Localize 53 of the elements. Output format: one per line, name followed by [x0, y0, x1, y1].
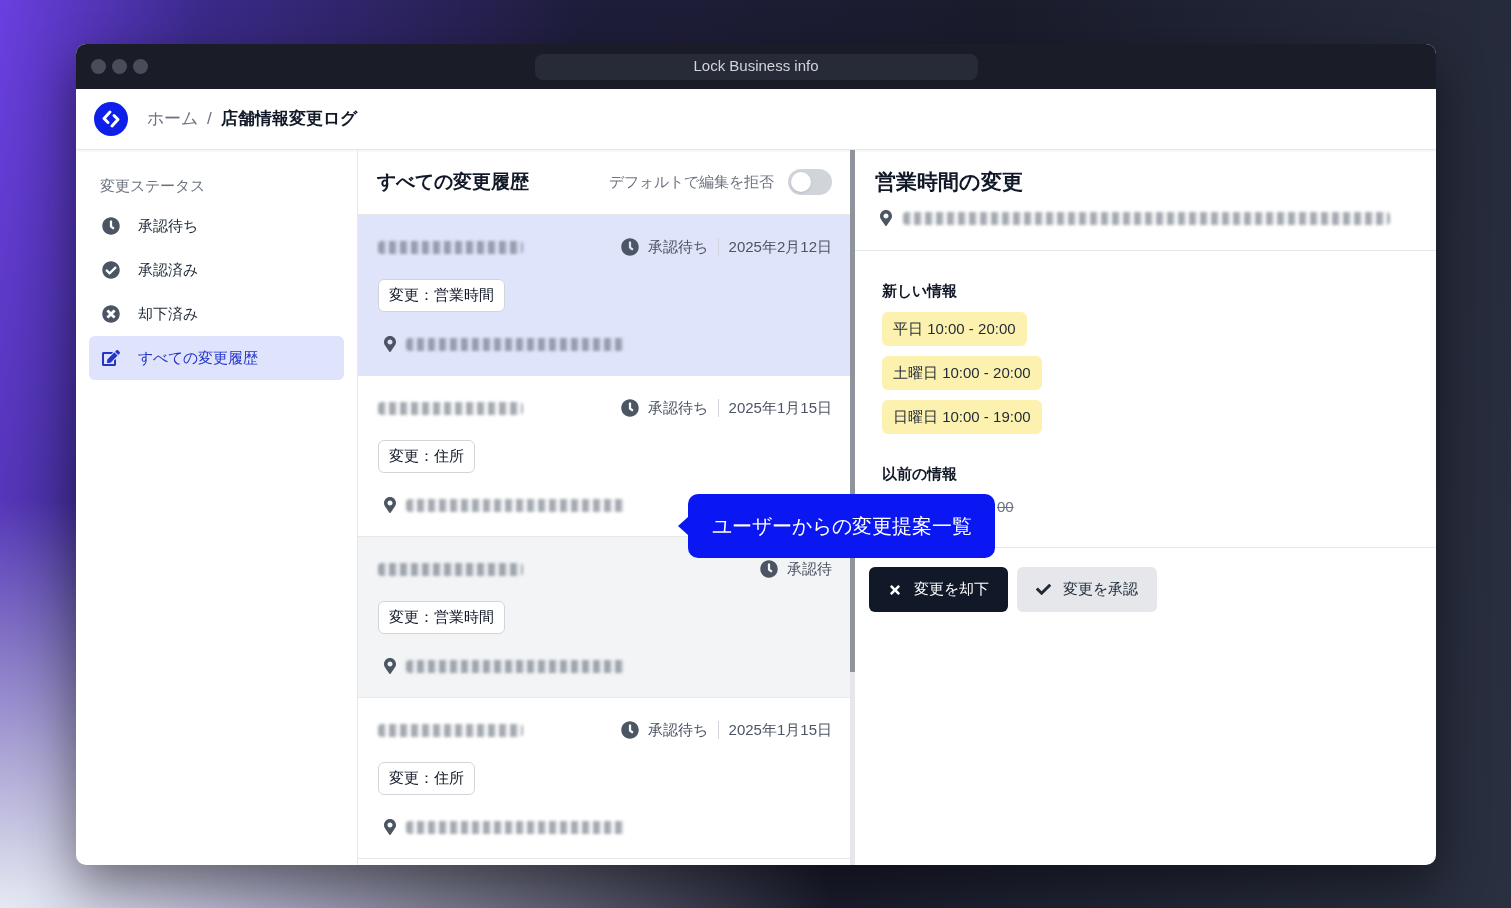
- new-hours-chip: 土曜日 10:00 - 20:00: [882, 356, 1042, 390]
- new-hours-chip: 日曜日 10:00 - 19:00: [882, 400, 1042, 434]
- reject-button[interactable]: 変更を却下: [869, 567, 1008, 612]
- window-control-icon[interactable]: [112, 59, 127, 74]
- map-pin-icon: [382, 336, 398, 352]
- change-list-item[interactable]: 承認待ち 2025年2月12日 変更：営業時間: [358, 215, 850, 376]
- tooltip: ユーザーからの変更提案一覧: [688, 494, 995, 558]
- change-type-tag: 変更：営業時間: [378, 601, 505, 634]
- window-control-icon[interactable]: [91, 59, 106, 74]
- tooltip-arrow-icon: [678, 517, 688, 535]
- toggle-label: デフォルトで編集を拒否: [609, 171, 774, 192]
- sidebar-item[interactable]: 承認済み: [89, 248, 344, 292]
- breadcrumb-link[interactable]: ホーム: [147, 106, 198, 132]
- clock-icon: [620, 238, 639, 256]
- check-icon: [1036, 582, 1051, 597]
- window-control-icon[interactable]: [133, 59, 148, 74]
- date-label: 2025年1月15日: [728, 399, 832, 417]
- sidebar-item[interactable]: 却下済み: [89, 292, 344, 336]
- section-heading: 以前の情報: [882, 464, 957, 484]
- map-pin-icon: [382, 497, 398, 513]
- address-bar[interactable]: Lock Business info: [534, 53, 978, 80]
- previous-hours-text: 00: [997, 497, 1014, 517]
- change-type-tag: 変更：住所: [378, 440, 475, 473]
- edit-icon: [102, 349, 120, 367]
- map-pin-icon: [382, 658, 398, 674]
- new-hours-chip: 平日 10:00 - 20:00: [882, 312, 1027, 346]
- map-pin-icon: [382, 819, 398, 835]
- sidebar-heading: 変更ステータス: [99, 176, 206, 196]
- approve-button[interactable]: 変更を承認: [1017, 567, 1157, 612]
- sidebar-item[interactable]: 承認待ち: [89, 204, 344, 248]
- clock-icon: [620, 399, 639, 417]
- map-pin-icon: [878, 210, 894, 226]
- status-label: 承認待: [787, 560, 832, 578]
- breadcrumb-current: 店舗情報変更ログ: [220, 108, 357, 131]
- status-label: 承認待ち: [647, 721, 708, 739]
- section-heading: 新しい情報: [882, 281, 957, 301]
- sidebar-item[interactable]: すべての変更履歴: [89, 336, 344, 380]
- breadcrumb-separator: /: [207, 108, 212, 131]
- change-type-tag: 変更：住所: [378, 762, 475, 795]
- clock-icon: [620, 721, 639, 739]
- list-title: すべての変更履歴: [377, 169, 529, 194]
- close-icon: [888, 582, 902, 597]
- change-type-tag: 変更：営業時間: [378, 279, 505, 312]
- date-label: 2025年1月15日: [728, 721, 832, 739]
- toggle-switch[interactable]: [788, 169, 832, 195]
- change-list-item[interactable]: 承認待 変更：営業時間: [358, 537, 850, 698]
- clock-icon: [760, 560, 778, 578]
- date-label: 2025年2月12日: [728, 238, 832, 256]
- logo-icon[interactable]: [94, 102, 128, 136]
- detail-title: 営業時間の変更: [875, 169, 1024, 195]
- status-label: 承認待ち: [647, 399, 708, 417]
- status-label: 承認待ち: [647, 238, 708, 256]
- clock-icon: [102, 217, 120, 235]
